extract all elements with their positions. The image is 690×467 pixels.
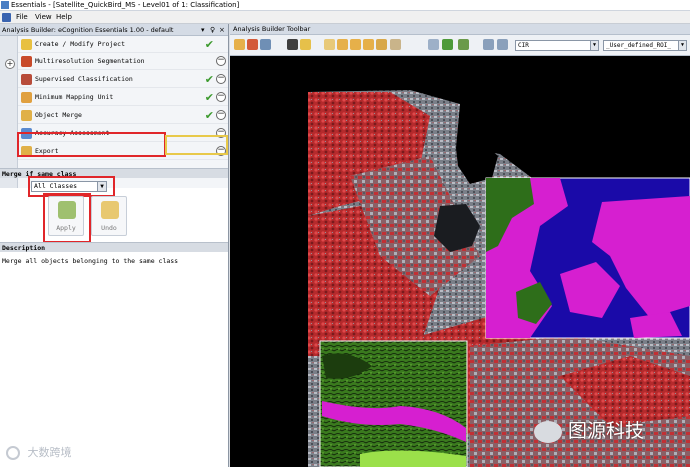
remove-action-icon[interactable]: − xyxy=(216,56,226,66)
description-text: Merge all objects belonging to the same … xyxy=(2,257,179,265)
satellite-image xyxy=(308,90,690,467)
undo-label: Undo xyxy=(101,224,117,232)
menu-file[interactable]: File xyxy=(16,11,28,24)
analysis-builder-panel: Analysis Builder: eCognition Essentials … xyxy=(0,24,229,467)
roi-select[interactable]: _User_defined_ROI_ ▼ xyxy=(603,40,687,51)
toolbar-title: Analysis Builder Toolbar xyxy=(230,24,690,35)
action-item[interactable]: Create / Modify Project ✔ xyxy=(18,36,228,53)
panel-close-icon[interactable]: × xyxy=(219,24,225,35)
action-icon xyxy=(21,39,32,50)
description-section-title: Description xyxy=(0,242,228,252)
open-folder-icon[interactable] xyxy=(300,39,311,50)
wechat-icon xyxy=(534,420,562,443)
action-icon xyxy=(21,110,32,121)
action-label: Create / Modify Project xyxy=(35,40,126,48)
action-label: Supervised Classification xyxy=(35,75,133,83)
chevron-down-icon[interactable]: ▼ xyxy=(590,41,598,50)
pan-icon[interactable] xyxy=(324,39,335,50)
menu-bar: File View Help xyxy=(0,11,690,24)
zoom-area-icon[interactable] xyxy=(363,39,374,50)
roi-select-value: _User_defined_ROI_ xyxy=(606,42,672,49)
analysis-builder-toolbar: CIR ▼ _User_defined_ROI_ ▼ xyxy=(230,35,690,56)
action-item[interactable]: Minimum Mapping Unit ✔ − xyxy=(18,89,228,106)
action-icon xyxy=(21,56,32,67)
panel-pin-icon[interactable]: ♀ xyxy=(210,24,215,35)
save-icon[interactable] xyxy=(287,39,298,50)
zoom-in-icon[interactable] xyxy=(337,39,348,50)
image-viewer[interactable] xyxy=(230,56,690,467)
zoom-fit-icon[interactable] xyxy=(376,39,387,50)
panel-menu-icon[interactable]: ▾ xyxy=(201,24,205,35)
watermark-left: 大数跨境 xyxy=(6,444,72,460)
action-label: Multiresolution Segmentation xyxy=(35,57,145,65)
undo-icon xyxy=(101,201,119,219)
checkmark-icon: ✔ xyxy=(204,91,214,104)
action-item[interactable]: Supervised Classification ✔ − xyxy=(18,71,228,88)
panel-title: Analysis Builder: eCognition Essentials … xyxy=(2,26,174,34)
action-icon xyxy=(21,92,32,103)
remove-action-icon[interactable]: − xyxy=(216,74,226,84)
watermark-logo-icon xyxy=(6,446,20,460)
highlight-apply xyxy=(43,193,91,243)
action-list-gutter: + xyxy=(0,36,18,188)
tool-icon[interactable] xyxy=(260,39,271,50)
next-icon[interactable] xyxy=(497,39,508,50)
chevron-down-icon[interactable]: ▼ xyxy=(678,41,686,50)
remove-action-icon[interactable]: − xyxy=(216,92,226,102)
highlight-object-merge-right xyxy=(165,135,228,155)
window-titlebar: Essentials - [Satellite_QuickBird_MS - L… xyxy=(0,0,690,11)
checkmark-icon: ✔ xyxy=(204,109,214,122)
checkmark-icon: ✔ xyxy=(204,38,214,51)
watermark-right-text: 图源科技 xyxy=(568,420,645,442)
tool-icon[interactable] xyxy=(234,39,245,50)
previous-icon[interactable] xyxy=(483,39,494,50)
window-title: Essentials - [Satellite_QuickBird_MS - L… xyxy=(11,1,240,9)
layer-icon[interactable] xyxy=(428,39,439,50)
visualization-select-value: CIR xyxy=(518,42,529,49)
action-item[interactable]: Object Merge ✔ − xyxy=(18,107,228,124)
zoom-out-icon[interactable] xyxy=(350,39,361,50)
action-icon xyxy=(21,74,32,85)
app-menu-icon[interactable] xyxy=(2,13,11,22)
menu-view[interactable]: View xyxy=(35,11,52,24)
remove-action-icon[interactable]: − xyxy=(216,110,226,120)
classification-view-icon[interactable] xyxy=(442,39,453,50)
action-label: Minimum Mapping Unit xyxy=(35,93,114,101)
action-item[interactable]: Multiresolution Segmentation − xyxy=(18,53,228,70)
action-list: + Create / Modify Project ✔ Multiresolutio… xyxy=(0,36,228,188)
panel-title-bar: Analysis Builder: eCognition Essentials … xyxy=(0,24,228,36)
app-icon xyxy=(1,1,9,9)
add-action-icon[interactable]: + xyxy=(5,59,15,69)
menu-help[interactable]: Help xyxy=(56,11,72,24)
visualization-select[interactable]: CIR ▼ xyxy=(515,40,599,51)
action-label: Object Merge xyxy=(35,111,82,119)
highlight-object-merge xyxy=(17,132,166,157)
watermark-left-text: 大数跨境 xyxy=(27,446,72,459)
undo-button[interactable]: Undo xyxy=(91,196,127,236)
tool-icon[interactable] xyxy=(247,39,258,50)
outline-view-icon[interactable] xyxy=(458,39,469,50)
zoom-100-icon[interactable] xyxy=(390,39,401,50)
checkmark-icon: ✔ xyxy=(204,73,214,86)
watermark-right: 图源科技 xyxy=(534,416,644,443)
